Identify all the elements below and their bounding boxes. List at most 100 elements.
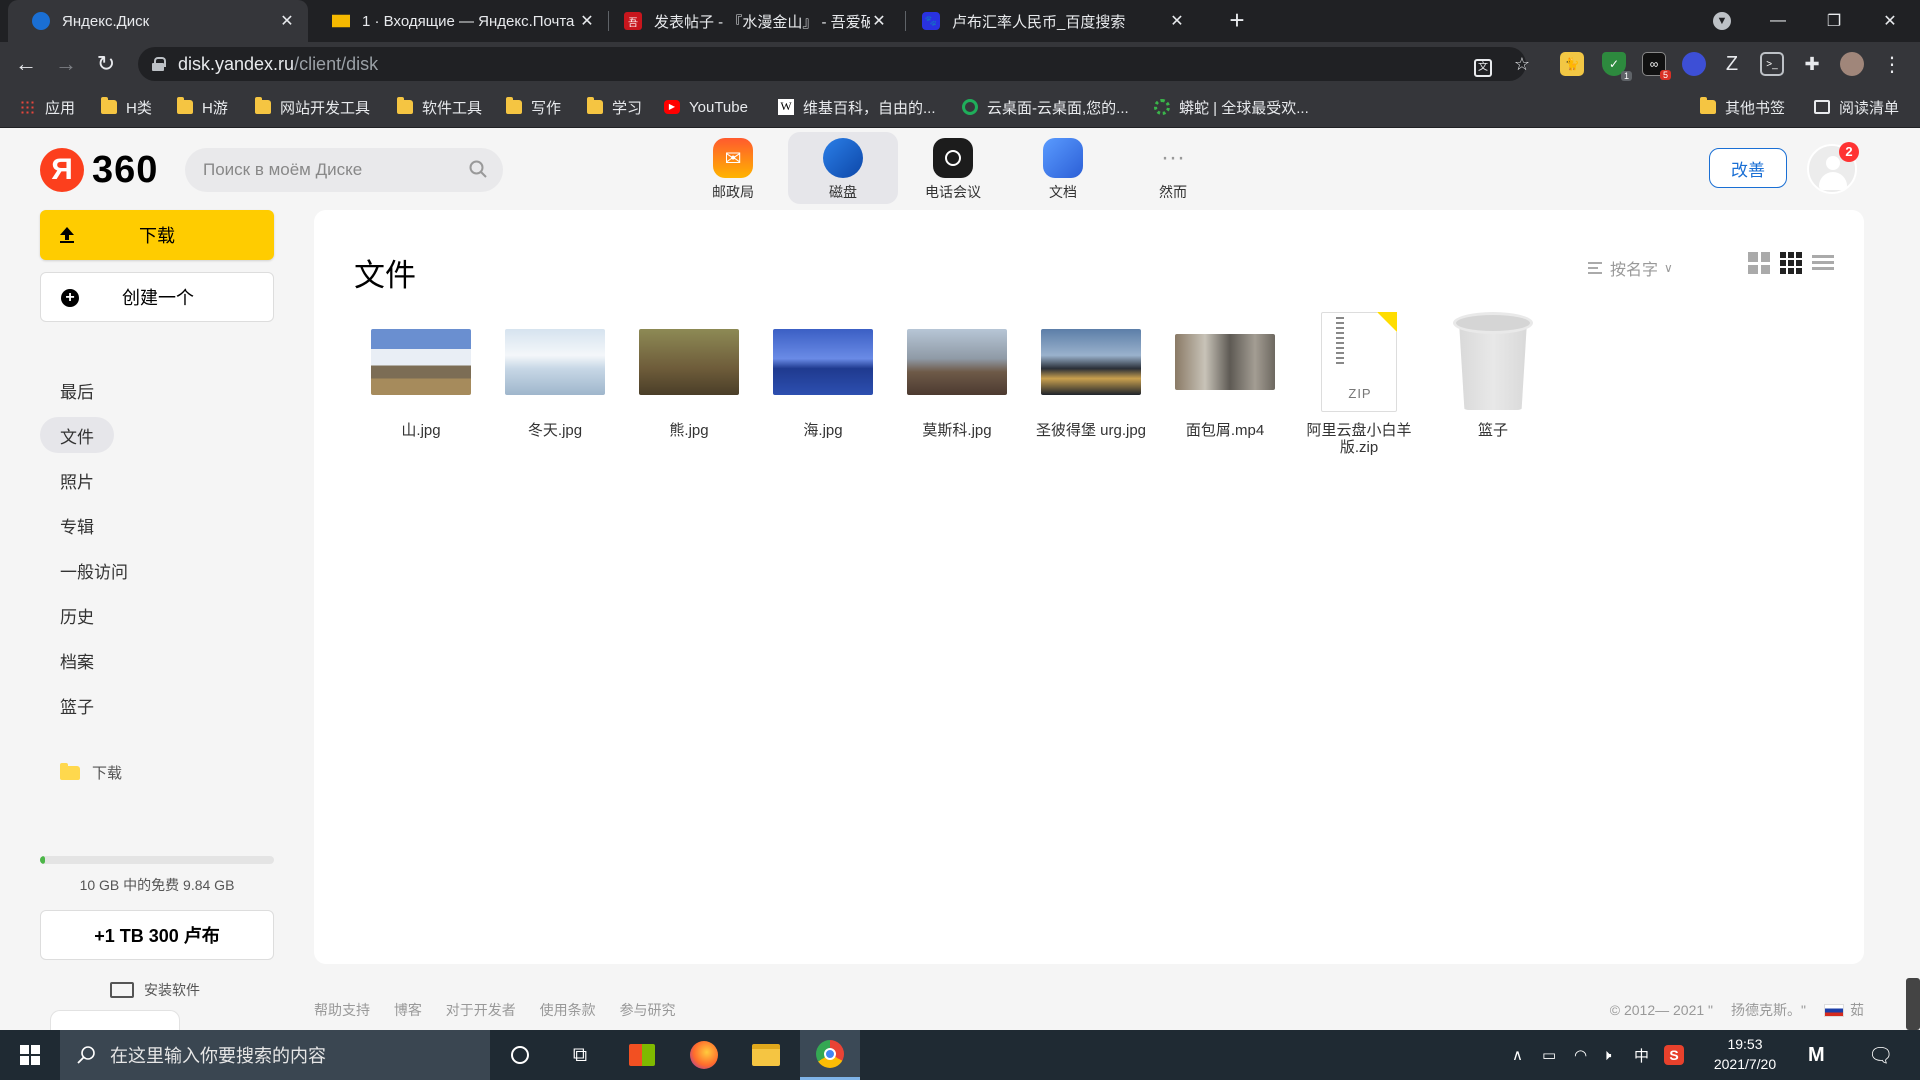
sort-dropdown[interactable]: 按名字 ∨ <box>1588 256 1673 280</box>
bookmark-folder[interactable]: 写作 <box>506 86 561 128</box>
bookmark-folder[interactable]: 软件工具 <box>397 86 482 128</box>
search-icon[interactable] <box>469 160 487 178</box>
tab-yandex-disk[interactable]: Яндекс.Диск ✕ <box>8 0 308 42</box>
close-tab-icon[interactable]: ✕ <box>578 11 596 31</box>
sidebar-item-archive[interactable]: 档案 <box>40 642 114 678</box>
app-tray-icon[interactable]: M <box>1808 1030 1825 1080</box>
close-tab-icon[interactable]: ✕ <box>278 11 296 31</box>
tab-baidu[interactable]: 🐾 卢布汇率人民币_百度搜索 ✕ <box>898 0 1198 42</box>
bookmark-site[interactable]: 蟒蛇 | 全球最受欢... <box>1154 86 1309 128</box>
file-explorer-icon[interactable] <box>736 1030 796 1080</box>
profile-avatar-icon[interactable] <box>1840 52 1864 76</box>
tab-yandex-mail[interactable]: 1 · Входящие — Яндекс.Почта ✕ <box>308 0 608 42</box>
sidebar-item-history[interactable]: 历史 <box>40 597 114 633</box>
file-item[interactable]: 莫斯科.jpg <box>890 312 1024 456</box>
create-button[interactable]: + 创建一个 <box>40 272 274 322</box>
file-item[interactable]: 熊.jpg <box>622 312 756 456</box>
sidebar-item-shared[interactable]: 一般访问 <box>40 552 148 588</box>
sidebar-item-photos[interactable]: 照片 <box>40 462 114 498</box>
firefox-icon[interactable] <box>674 1030 734 1080</box>
upgrade-button[interactable]: 改善 <box>1709 148 1787 188</box>
show-hidden-icons-button[interactable]: ∧ <box>1512 1030 1523 1080</box>
extension-terminal-icon[interactable]: >_ <box>1760 52 1784 76</box>
extension-z-icon[interactable]: Z <box>1720 52 1744 76</box>
list-view-icon[interactable] <box>1812 252 1834 274</box>
chrome-taskbar-icon[interactable] <box>800 1030 860 1080</box>
close-tab-icon[interactable]: ✕ <box>1168 11 1186 31</box>
notification-center-icon[interactable]: 🗨 <box>1868 1030 1893 1080</box>
sidebar-item-albums[interactable]: 专辑 <box>40 507 114 543</box>
footer-link-research[interactable]: 参与研究 <box>620 1002 676 1018</box>
file-item[interactable]: 冬天.jpg <box>488 312 622 456</box>
user-avatar[interactable]: 2 <box>1807 142 1859 194</box>
minimize-button[interactable]: — <box>1750 0 1806 42</box>
russian-flag-icon[interactable] <box>1824 1003 1844 1017</box>
tab-search-button[interactable]: ▼ <box>1694 0 1750 42</box>
tab-52pojie[interactable]: 吾 发表帖子 - 『水漫金山』 - 吾爱破解 ✕ <box>600 0 900 42</box>
ime-indicator[interactable]: 中 <box>1634 1030 1649 1080</box>
task-view-icon[interactable]: ⧉ <box>550 1030 610 1080</box>
file-item[interactable]: 篮子 <box>1426 312 1560 456</box>
install-app-link[interactable]: 安装软件 <box>110 980 200 1000</box>
language-label[interactable]: 茹 <box>1850 1000 1864 1020</box>
yandex-360-logo[interactable]: Я 360 <box>40 148 158 192</box>
back-button[interactable]: ← <box>10 48 42 80</box>
service-disk[interactable]: 磁盘 <box>788 132 898 204</box>
extension-ghost-icon[interactable]: ∞ 5 <box>1642 52 1671 80</box>
bookmark-reading-list[interactable]: 阅读清单 <box>1814 86 1899 128</box>
start-button[interactable] <box>0 1030 60 1080</box>
sidebar-item-trash[interactable]: 篮子 <box>40 687 114 723</box>
taskbar-clock[interactable]: 19:53 2021/7/20 <box>1690 1034 1800 1074</box>
extensions-puzzle-icon[interactable]: ✚ <box>1800 52 1824 76</box>
translate-icon[interactable]: 文 <box>1472 53 1494 77</box>
extension-cat-icon[interactable]: 🐈 <box>1560 52 1584 76</box>
wifi-icon[interactable]: ◠ <box>1574 1030 1587 1080</box>
file-item[interactable]: 圣彼得堡 urg.jpg <box>1024 312 1158 456</box>
disk-search-input[interactable]: Поиск в моём Диске <box>185 148 503 192</box>
footer-link-terms[interactable]: 使用条款 <box>540 1002 596 1018</box>
taskbar-search-box[interactable]: 在这里输入你要搜索的内容 <box>60 1030 490 1080</box>
close-window-button[interactable]: ✕ <box>1862 0 1918 42</box>
bookmark-site[interactable]: 云桌面-云桌面,您的... <box>962 86 1129 128</box>
reload-button[interactable]: ↻ <box>90 48 122 80</box>
microsoft-store-icon[interactable] <box>612 1030 672 1080</box>
bookmark-other[interactable]: 其他书签 <box>1700 86 1785 128</box>
footer-link-developers[interactable]: 对于开发者 <box>446 1002 516 1018</box>
close-tab-icon[interactable]: ✕ <box>870 11 888 31</box>
address-bar[interactable]: disk.yandex.ru/client/disk <box>138 47 1526 81</box>
extension-moon-icon[interactable] <box>1682 52 1706 76</box>
page-scrollbar[interactable] <box>1906 978 1920 1030</box>
service-docs[interactable]: 文档 <box>1008 132 1118 204</box>
file-item[interactable]: 海.jpg <box>756 312 890 456</box>
file-item[interactable]: 山.jpg <box>354 312 488 456</box>
sidebar-item-files[interactable]: 文件 <box>40 417 114 453</box>
bookmark-wikipedia[interactable]: W 维基百科，自由的... <box>778 86 936 128</box>
battery-icon[interactable]: ▭ <box>1542 1030 1556 1080</box>
new-tab-button[interactable]: + <box>1222 6 1252 36</box>
upload-button[interactable]: 下载 <box>40 210 274 260</box>
forward-button[interactable]: → <box>50 48 82 80</box>
bookmark-youtube[interactable]: ▶ YouTube <box>664 86 748 128</box>
bookmark-apps[interactable]: 应用 <box>20 86 75 128</box>
footer-link-blog[interactable]: 博客 <box>394 1002 422 1018</box>
bookmark-folder[interactable]: 学习 <box>587 86 642 128</box>
small-tiles-view-icon[interactable] <box>1780 252 1802 274</box>
buy-space-button[interactable]: +1 TB 300 卢布 <box>40 910 274 960</box>
restore-button[interactable]: ❐ <box>1806 0 1862 42</box>
footer-link-help[interactable]: 帮助支持 <box>314 1002 370 1018</box>
cortana-icon[interactable] <box>490 1030 550 1080</box>
sidebar-folder-downloads[interactable]: 下载 <box>60 762 122 783</box>
bookmark-folder[interactable]: H类 <box>101 86 152 128</box>
footer-company-link[interactable]: 扬德克斯。" <box>1731 1000 1806 1020</box>
extension-shield-icon[interactable]: ✓ 1 <box>1602 52 1632 81</box>
sogou-input-icon[interactable]: S <box>1664 1030 1684 1080</box>
bookmark-folder[interactable]: 网站开发工具 <box>255 86 370 128</box>
bookmark-star-icon[interactable]: ☆ <box>1511 53 1533 75</box>
service-more[interactable]: ··· 然而 <box>1118 132 1228 204</box>
browser-menu-icon[interactable]: ⋮ <box>1880 52 1904 76</box>
bookmark-folder[interactable]: H游 <box>177 86 228 128</box>
volume-muted-icon[interactable]: 🕨 <box>1602 1030 1611 1080</box>
file-item[interactable]: 面包屑.mp4 <box>1158 312 1292 456</box>
service-telemost[interactable]: 电话会议 <box>898 132 1008 204</box>
large-tiles-view-icon[interactable] <box>1748 252 1770 274</box>
